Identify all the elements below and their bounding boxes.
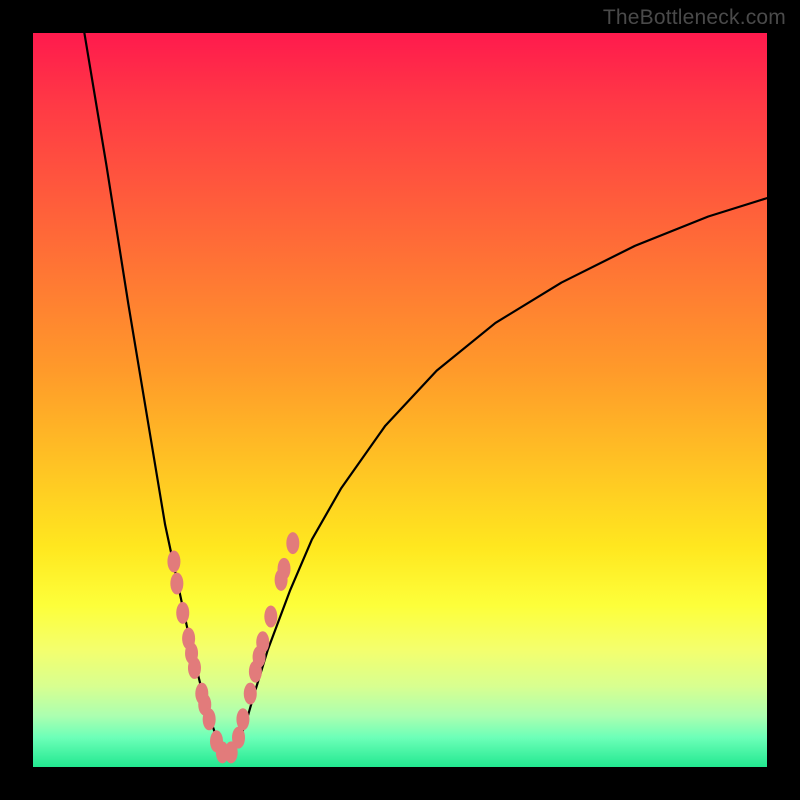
highlight-point xyxy=(264,606,277,628)
highlight-point xyxy=(203,708,216,730)
highlight-point xyxy=(256,631,269,653)
highlight-point xyxy=(170,573,183,595)
watermark-text: TheBottleneck.com xyxy=(603,6,786,30)
highlight-point xyxy=(188,657,201,679)
highlight-point xyxy=(176,602,189,624)
curve-right-branch xyxy=(224,198,767,756)
chart-svg xyxy=(33,33,767,767)
highlight-point xyxy=(278,558,291,580)
highlight-point xyxy=(167,550,180,572)
highlight-point xyxy=(244,683,257,705)
curve-left-branch xyxy=(84,33,223,756)
plot-area xyxy=(33,33,767,767)
highlight-point xyxy=(286,532,299,554)
highlight-points-layer xyxy=(167,532,299,763)
chart-container: TheBottleneck.com xyxy=(0,0,800,800)
highlight-point xyxy=(236,708,249,730)
